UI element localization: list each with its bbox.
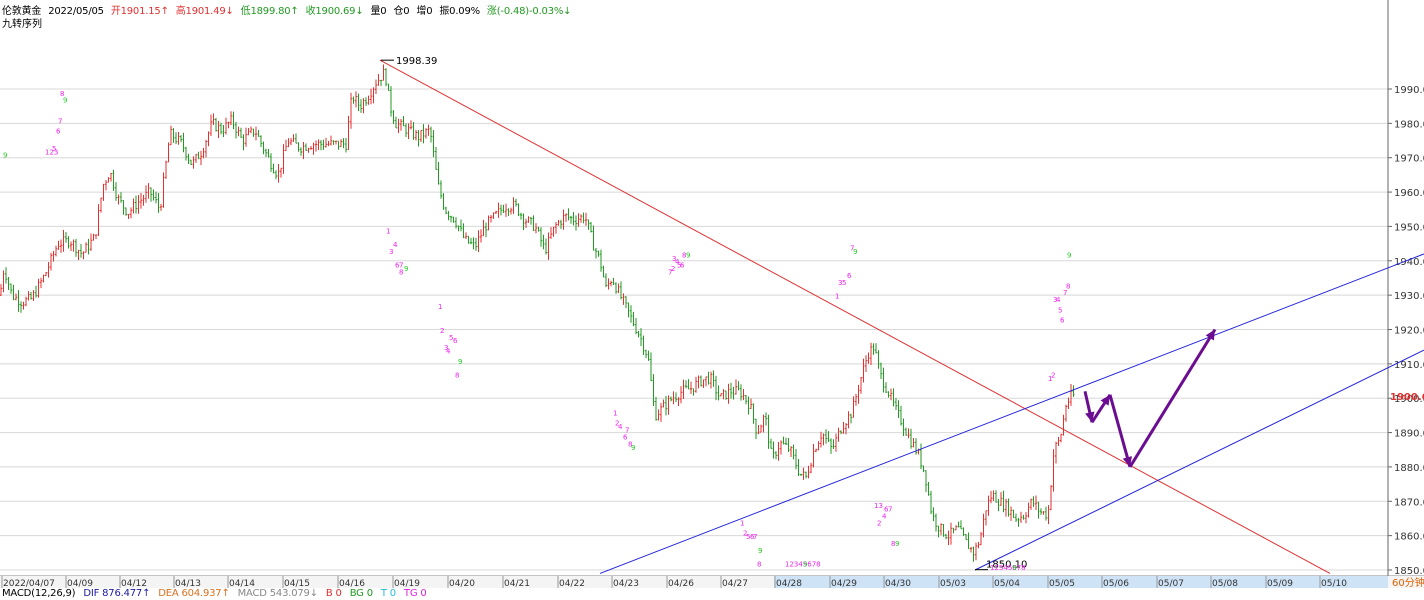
y-tick-label-1990: 1990.00 xyxy=(1394,85,1424,96)
y-tick-label-1980: 1980.00 xyxy=(1394,119,1424,130)
y-tick-label-1850: 1850.00 xyxy=(1394,566,1424,577)
x-tick-label-13: 04/27 xyxy=(722,579,748,589)
td-sequence-label: 4 xyxy=(618,423,623,431)
macd-dea: DEA 604.937↑ xyxy=(158,588,230,599)
td-sequence-label: 9 xyxy=(895,540,899,548)
period-label: 60分钟 xyxy=(1392,576,1424,589)
x-tick-label-11: 04/23 xyxy=(613,579,639,589)
td-sequence-label: 8 xyxy=(455,372,459,380)
td-sequence-label: 8 xyxy=(757,561,761,569)
td-sequence-label: 9 xyxy=(1012,564,1016,572)
channel-line-lower xyxy=(599,253,1424,574)
y-tick-label-1890: 1890.00 xyxy=(1394,429,1424,440)
macd-b: B 0 xyxy=(325,588,342,599)
x-tick-label-24: 05/10 xyxy=(1321,579,1347,589)
td-sequence-label: 6 xyxy=(453,337,458,345)
x-tick-label-22: 05/08 xyxy=(1212,579,1238,589)
current-price-label: 1900.69 xyxy=(1390,392,1424,403)
td-sequence-label: 6 xyxy=(56,128,61,136)
x-tick-label-21: 05/07 xyxy=(1158,579,1184,589)
x-tick-label-16: 04/30 xyxy=(885,579,911,589)
td-sequence-label: 7 xyxy=(753,533,757,541)
x-tick-label-17: 05/03 xyxy=(940,579,966,589)
td-sequence-label: 4 xyxy=(446,348,451,356)
y-tick-label-1970: 1970.00 xyxy=(1394,154,1424,165)
td-sequence-label: 5 xyxy=(52,145,56,153)
y-tick-label-1860: 1860.00 xyxy=(1394,532,1424,543)
td-sequence-label: 9 xyxy=(631,444,635,452)
td-sequence-label: 5 xyxy=(842,279,846,287)
x-tick-label-14: 04/28 xyxy=(776,579,802,589)
td-sequence-label: 4 xyxy=(1056,296,1061,304)
td-sequence-label: 3 xyxy=(389,248,393,256)
macd-value: MACD 543.079↓ xyxy=(237,588,318,599)
candles-group xyxy=(0,64,1075,562)
macd-dif: DIF 876.477↑ xyxy=(83,588,151,599)
td-sequence-label: 9 xyxy=(3,152,7,160)
td-sequence-label: 6 xyxy=(847,272,852,280)
td-sequence-label: 1 xyxy=(835,293,839,301)
td-sequence-label: 9 xyxy=(404,265,408,273)
td-sequence-label: 13 xyxy=(874,502,883,510)
td-sequence-label: 9 xyxy=(803,561,807,569)
y-tick-label-1930: 1930.00 xyxy=(1394,291,1424,302)
x-tick-label-18: 05/04 xyxy=(994,579,1020,589)
td-sequence-label: 9 xyxy=(1067,251,1071,259)
td-sequence-label: 9 xyxy=(458,358,462,366)
x-tick-label-20: 05/06 xyxy=(1103,579,1129,589)
macd-tg: TG 0 xyxy=(403,588,427,599)
td-sequence-label: 8 xyxy=(399,269,403,277)
macd-bg: BG 0 xyxy=(349,588,373,599)
td-sequence-label: 7 xyxy=(58,117,62,125)
x-tick-label-10: 04/22 xyxy=(559,579,585,589)
td-sequence-label: 2 xyxy=(671,265,675,273)
candlestick-chart[interactable]: 1850.00 1860.00 1870.00 1880.00 1890.00 1900.… xyxy=(0,0,1424,600)
td-sequence-label: 7 xyxy=(1063,289,1067,297)
td-sequence-label: 12345678 xyxy=(990,564,1026,572)
y-tick-label-1870: 1870.00 xyxy=(1394,497,1424,508)
td-sequence-label: 1 xyxy=(386,227,390,235)
channel-line-upper xyxy=(974,349,1424,571)
resistance-trendline xyxy=(379,59,1331,574)
y-tick-label-1910: 1910.00 xyxy=(1394,360,1424,371)
td-sequence-label: 1 xyxy=(613,409,617,417)
td-sequence-label: 1 xyxy=(740,519,744,527)
td-sequence-label: 4 xyxy=(882,512,887,520)
macd-name: MACD(12,26,9) xyxy=(2,588,76,599)
td-sequence-label: 9 xyxy=(686,251,690,259)
td-sequence-label: 6 xyxy=(1060,317,1065,325)
td-sequence-label: 7 xyxy=(888,506,892,514)
td-sequence-label: 9 xyxy=(853,248,857,256)
macd-legend: MACD(12,26,9) DIF 876.477↑ DEA 604.937↑ … xyxy=(2,588,432,599)
x-tick-label-8: 04/20 xyxy=(449,579,475,589)
high-annotation: 1998.39 xyxy=(396,56,437,67)
x-tick-label-23: 05/09 xyxy=(1267,579,1293,589)
y-tick-label-1940: 1940.00 xyxy=(1394,257,1424,268)
td-sequence-label: 1 xyxy=(1048,375,1052,383)
td-sequence-label: 2 xyxy=(877,519,881,527)
td-sequence-label: 4 xyxy=(393,241,398,249)
y-tick-label-1950: 1950.00 xyxy=(1394,222,1424,233)
y-tick-label-1960: 1960.00 xyxy=(1394,188,1424,199)
td-sequence-label: 9 xyxy=(63,97,67,105)
time-axis-highlight xyxy=(774,576,1388,588)
x-tick-label-12: 04/26 xyxy=(668,579,694,589)
y-tick-label-1880: 1880.00 xyxy=(1394,463,1424,474)
x-tick-label-19: 05/05 xyxy=(1049,579,1075,589)
td-sequence-label: 9 xyxy=(758,547,762,555)
td-sequence-group: 9897612351436 78 9125 63498348 956727963 5112… xyxy=(3,90,1071,572)
x-tick-label-9: 04/21 xyxy=(504,579,530,589)
x-tick-label-15: 04/29 xyxy=(831,579,857,589)
td-sequence-label: 5 xyxy=(1058,306,1062,314)
td-sequence-label: 2 xyxy=(440,327,444,335)
y-tick-label-1920: 1920.00 xyxy=(1394,326,1424,337)
macd-t: T 0 xyxy=(380,588,396,599)
td-sequence-label: 6 xyxy=(680,262,685,270)
td-sequence-label: 1 xyxy=(438,303,442,311)
